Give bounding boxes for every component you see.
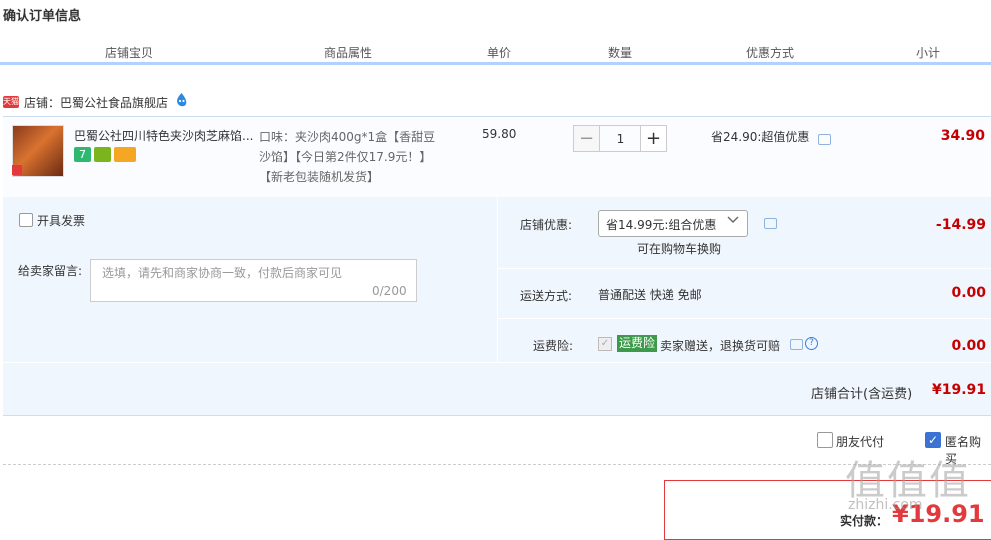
quantity-increase-button[interactable]: + bbox=[640, 125, 667, 152]
invoice-checkbox[interactable] bbox=[19, 213, 33, 227]
shop-discount-selected: 省14.99元:组合优惠 bbox=[606, 218, 717, 232]
col-header-subtotal: 小计 bbox=[916, 46, 941, 60]
insurance-amount: 0.00 bbox=[951, 338, 986, 354]
section-divider bbox=[3, 464, 991, 465]
row-divider bbox=[498, 268, 991, 269]
seller-message-placeholder: 选填，请先和商家协商一致，付款后商家可见 bbox=[102, 266, 343, 280]
quantity-input[interactable]: 1 bbox=[600, 125, 641, 152]
panel-divider bbox=[497, 197, 498, 362]
col-header-discount: 优惠方式 bbox=[746, 46, 795, 60]
sku-line: 【新老包装随机发货】 bbox=[259, 170, 380, 184]
quantity-decrease-button[interactable]: − bbox=[573, 125, 600, 152]
discount-info-icon[interactable] bbox=[764, 218, 777, 229]
anonymous-checkbox[interactable]: ✓ bbox=[925, 432, 941, 448]
thumbnail-corner-badge bbox=[12, 165, 22, 175]
service-guarantee-icon bbox=[94, 147, 111, 162]
chevron-down-icon bbox=[727, 213, 739, 231]
row-divider bbox=[3, 362, 991, 363]
shipping-method: 普通配送 快递 免邮 bbox=[598, 288, 702, 302]
watermark-url: zhizhi.com bbox=[848, 497, 923, 513]
shipping-label: 运送方式: bbox=[520, 289, 573, 303]
col-header-attributes: 商品属性 bbox=[324, 46, 373, 60]
insurance-text: 卖家赠送，退换货可赔 bbox=[660, 339, 781, 353]
credit-card-icon bbox=[114, 147, 136, 162]
sku-line: 沙馅】【今日第2件仅17.9元！】 bbox=[259, 150, 432, 164]
product-attributes: 口味：夹沙肉400g*1盒【香甜豆 沙馅】【今日第2件仅17.9元！】 【新老包… bbox=[259, 127, 449, 187]
help-question-icon[interactable]: ? bbox=[805, 337, 818, 350]
message-char-count: 0/200 bbox=[372, 284, 407, 298]
sku-line: 口味：夹沙肉400g*1盒【香甜豆 bbox=[259, 130, 436, 144]
shop-total-value: ¥19.91 bbox=[932, 382, 987, 398]
shop-discount-hint: 可在购物车换购 bbox=[637, 242, 722, 256]
seven-day-return-icon: 7 bbox=[74, 147, 91, 162]
shipping-amount: 0.00 bbox=[951, 285, 986, 301]
col-header-quantity: 数量 bbox=[608, 46, 633, 60]
shop-total-label: 店铺合计(含运费) bbox=[811, 387, 913, 402]
row-divider bbox=[498, 318, 991, 319]
shop-discount-amount: -14.99 bbox=[935, 217, 986, 233]
promotion-info-icon[interactable] bbox=[818, 134, 831, 145]
insurance-tag: 运费险 bbox=[617, 335, 658, 352]
col-header-price: 单价 bbox=[487, 46, 512, 60]
chat-wangwang-icon[interactable] bbox=[173, 92, 190, 108]
shop-discount-label: 店铺优惠: bbox=[520, 218, 573, 232]
insurance-label: 运费险: bbox=[533, 339, 574, 353]
invoice-label: 开具发票 bbox=[37, 214, 86, 228]
unit-price: 59.80 bbox=[482, 127, 517, 141]
header-divider bbox=[0, 62, 991, 65]
tmall-icon: 天猫 bbox=[3, 96, 19, 108]
item-subtotal: 34.90 bbox=[940, 128, 985, 144]
pay-amount-label: 实付款： bbox=[840, 514, 889, 528]
page-title: 确认订单信息 bbox=[3, 9, 82, 24]
table-header: 店铺宝贝 商品属性 单价 数量 优惠方式 小计 bbox=[0, 37, 991, 63]
col-header-shop-item: 店铺宝贝 bbox=[105, 46, 154, 60]
insurance-chat-icon[interactable] bbox=[790, 339, 803, 350]
shop-name-link[interactable]: 店铺：巴蜀公社食品旗舰店 bbox=[24, 94, 168, 111]
seller-message-label: 给卖家留言: bbox=[18, 264, 83, 278]
product-title-link[interactable]: 巴蜀公社四川特色夹沙肉芝麻馅... bbox=[74, 127, 253, 144]
friend-pay-checkbox[interactable] bbox=[817, 432, 833, 448]
item-promotion: 省24.90:超值优惠 bbox=[711, 130, 810, 144]
insurance-checkbox[interactable]: ✓ bbox=[598, 337, 612, 351]
